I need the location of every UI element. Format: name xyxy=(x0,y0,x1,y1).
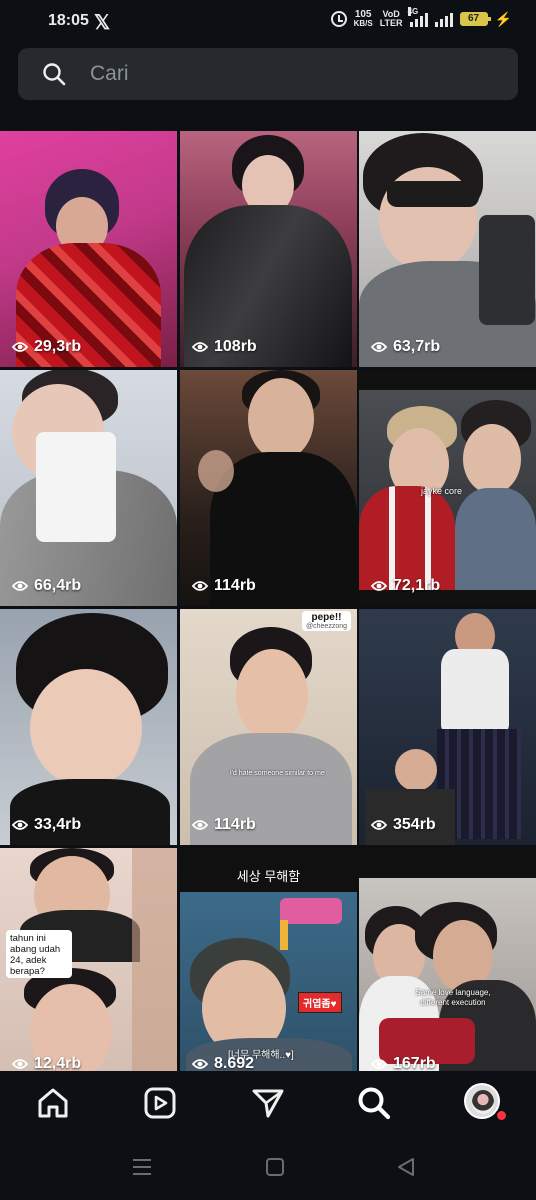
view-count: 354rb xyxy=(371,816,436,834)
tile-caption: Same love language, different execution xyxy=(415,988,491,1007)
status-indicators: 105 KB/S VoD LTER 4G 67 ⚡ xyxy=(330,7,512,29)
tile-caption: i'd hate someone similar to me xyxy=(230,770,325,777)
status-time: 18:05 xyxy=(48,12,89,29)
x-app-icon: 𝕏 xyxy=(94,12,111,34)
network-speed-unit: KB/S xyxy=(353,19,373,28)
explore-tile[interactable]: jayke core 72,1rb xyxy=(359,370,536,606)
view-count: 29,3rb xyxy=(12,338,81,356)
username: pepe!! xyxy=(311,612,342,623)
explore-tile[interactable]: 354rb xyxy=(359,609,536,845)
eye-icon xyxy=(371,581,387,591)
view-count: 8.692 xyxy=(192,1055,254,1071)
eye-icon xyxy=(371,1059,387,1069)
explore-tile[interactable]: Same love language, different execution … xyxy=(359,848,536,1071)
explore-tile[interactable]: pepe!! @cheezzong i'd hate someone simil… xyxy=(180,609,357,845)
system-nav-bar xyxy=(0,1133,536,1200)
volte-indicator: VoD LTER xyxy=(380,10,403,28)
view-count-label: 114rb xyxy=(214,577,256,594)
eye-icon xyxy=(12,1059,28,1069)
view-count-label: 108rb xyxy=(214,338,257,355)
view-count-label: 12,4rb xyxy=(34,1055,82,1071)
eye-icon xyxy=(12,581,28,591)
search-bar[interactable]: Cari xyxy=(18,48,518,100)
explore-tile[interactable]: 33,4rb xyxy=(0,609,177,845)
eye-icon xyxy=(12,820,28,830)
volte-bottom: LTER xyxy=(379,18,403,28)
signal-4g-icon: 4G xyxy=(407,7,428,27)
view-count: 167rb xyxy=(371,1055,436,1071)
recent-apps-icon[interactable] xyxy=(131,1157,153,1177)
status-bar: 18:05 𝕏 105 KB/S VoD LTER 4G 67 ⚡ xyxy=(0,0,536,44)
eye-icon xyxy=(371,820,387,830)
charging-icon: ⚡ xyxy=(494,10,512,27)
home-button-icon[interactable] xyxy=(265,1157,285,1177)
phone xyxy=(479,215,535,325)
search-icon[interactable] xyxy=(356,1085,392,1121)
view-count: 66,4rb xyxy=(12,577,81,595)
network-speed: 105 KB/S xyxy=(353,10,373,29)
view-count: 72,1rb xyxy=(371,577,440,595)
bottom-nav xyxy=(0,1071,536,1133)
network-type: 4G xyxy=(407,7,419,16)
explore-tile[interactable]: 66,4rb xyxy=(0,370,177,606)
view-count-label: 8.692 xyxy=(214,1055,255,1071)
eye-icon xyxy=(192,820,208,830)
tile-caption: tahun ini abang udah 24, adek berapa? xyxy=(10,933,61,977)
explore-tile[interactable]: 108rb xyxy=(180,131,357,367)
view-count-label: 72,1rb xyxy=(393,577,441,594)
explore-tile[interactable]: 세상 무해함 귀엽좀♥ [너무 무해해..♥] 8.692 xyxy=(180,848,357,1071)
view-count: 63,7rb xyxy=(371,338,440,356)
explore-tile[interactable]: tahun ini abang udah 24, adek berapa? 12… xyxy=(0,848,177,1071)
eye-icon xyxy=(12,342,28,352)
explore-tile[interactable]: 63,7rb xyxy=(359,131,536,367)
username-chip: pepe!! @cheezzong xyxy=(302,611,351,631)
towel xyxy=(36,432,116,542)
battery-level: 67 xyxy=(468,13,480,24)
view-count: 114rb xyxy=(192,816,256,834)
view-count: 33,4rb xyxy=(12,816,81,834)
view-count-label: 33,4rb xyxy=(34,816,82,833)
notification-dot xyxy=(495,1109,508,1122)
user-handle: @cheezzong xyxy=(306,623,347,630)
reels-icon[interactable] xyxy=(142,1085,178,1121)
tile-title: 세상 무해함 xyxy=(236,869,301,884)
back-icon[interactable] xyxy=(396,1157,416,1177)
battery-icon: 67 xyxy=(459,12,491,26)
search-icon xyxy=(43,63,66,86)
explore-tile[interactable]: 29,3rb xyxy=(0,131,177,367)
view-count-label: 29,3rb xyxy=(34,338,82,355)
eye-icon xyxy=(192,1059,208,1069)
eye-icon xyxy=(192,342,208,352)
hammer-toy xyxy=(280,898,342,924)
view-count-label: 167rb xyxy=(393,1055,436,1071)
view-count-label: 63,7rb xyxy=(393,338,441,355)
home-icon[interactable] xyxy=(35,1085,71,1121)
tile-caption: jayke core xyxy=(421,486,463,496)
eye-icon xyxy=(192,581,208,591)
explore-grid: 29,3rb 108rb 63,7rb 66,4rb 114rb jayke c… xyxy=(0,131,536,1071)
view-count-label: 114rb xyxy=(214,816,256,833)
explore-tile[interactable]: 114rb xyxy=(180,370,357,606)
view-count: 114rb xyxy=(192,577,256,595)
alarm-icon xyxy=(330,11,347,27)
view-count-label: 354rb xyxy=(393,816,436,833)
tile-badge: 귀엽좀♥ xyxy=(298,992,342,1013)
direct-icon[interactable] xyxy=(250,1085,286,1121)
view-count-label: 66,4rb xyxy=(34,577,82,594)
sunglasses xyxy=(387,181,479,207)
view-count: 108rb xyxy=(192,338,257,356)
signal-icon xyxy=(434,11,453,27)
view-count: 12,4rb xyxy=(12,1055,81,1071)
search-input[interactable]: Cari xyxy=(90,48,129,100)
eye-icon xyxy=(371,342,387,352)
text-sticker: tahun ini abang udah 24, adek berapa? xyxy=(6,930,72,978)
